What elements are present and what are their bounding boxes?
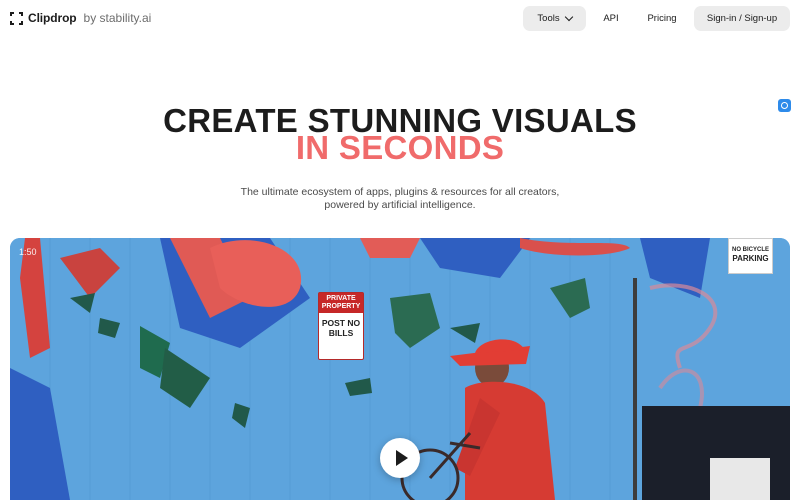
play-icon xyxy=(395,450,408,466)
hero-video[interactable]: PRIVATE PROPERTY POST NO BILLS NO BICYCL… xyxy=(10,238,790,500)
clipdrop-logo-icon xyxy=(10,11,23,25)
no-bicycle-parking-sign: NO BICYCLE PARKING xyxy=(728,238,773,274)
top-nav: Clipdrop by stability.ai Tools API Prici… xyxy=(0,0,800,38)
sign-private-bottom: POST NO BILLS xyxy=(321,318,361,338)
brand-name: Clipdrop xyxy=(28,11,77,25)
sign-parking-top: NO BICYCLE xyxy=(731,247,769,253)
hero-subtitle: The ultimate ecosystem of apps, plugins … xyxy=(0,186,800,212)
signin-button[interactable]: Sign-in / Sign-up xyxy=(694,6,790,31)
play-button[interactable] xyxy=(380,438,420,478)
hero-subtitle-line1: The ultimate ecosystem of apps, plugins … xyxy=(240,186,560,198)
chevron-down-icon xyxy=(564,12,573,22)
tools-dropdown-button[interactable]: Tools xyxy=(523,6,586,31)
sign-parking-bottom: PARKING xyxy=(732,254,769,263)
private-property-sign: PRIVATE PROPERTY POST NO BILLS xyxy=(318,292,364,360)
brand-byline: by stability.ai xyxy=(83,11,152,25)
clipdrop-logo[interactable]: Clipdrop by stability.ai xyxy=(10,11,151,25)
tools-label: Tools xyxy=(537,13,560,24)
hero-subtitle-line2: powered by artificial intelligence. xyxy=(324,199,476,211)
video-duration: 1:50 xyxy=(19,247,37,257)
api-link[interactable]: API xyxy=(596,6,626,31)
extension-icon[interactable] xyxy=(778,99,791,112)
hero-title-line2: IN SECONDS xyxy=(295,129,505,166)
pricing-link[interactable]: Pricing xyxy=(641,6,683,31)
sign-private-top: PRIVATE PROPERTY xyxy=(319,293,363,313)
